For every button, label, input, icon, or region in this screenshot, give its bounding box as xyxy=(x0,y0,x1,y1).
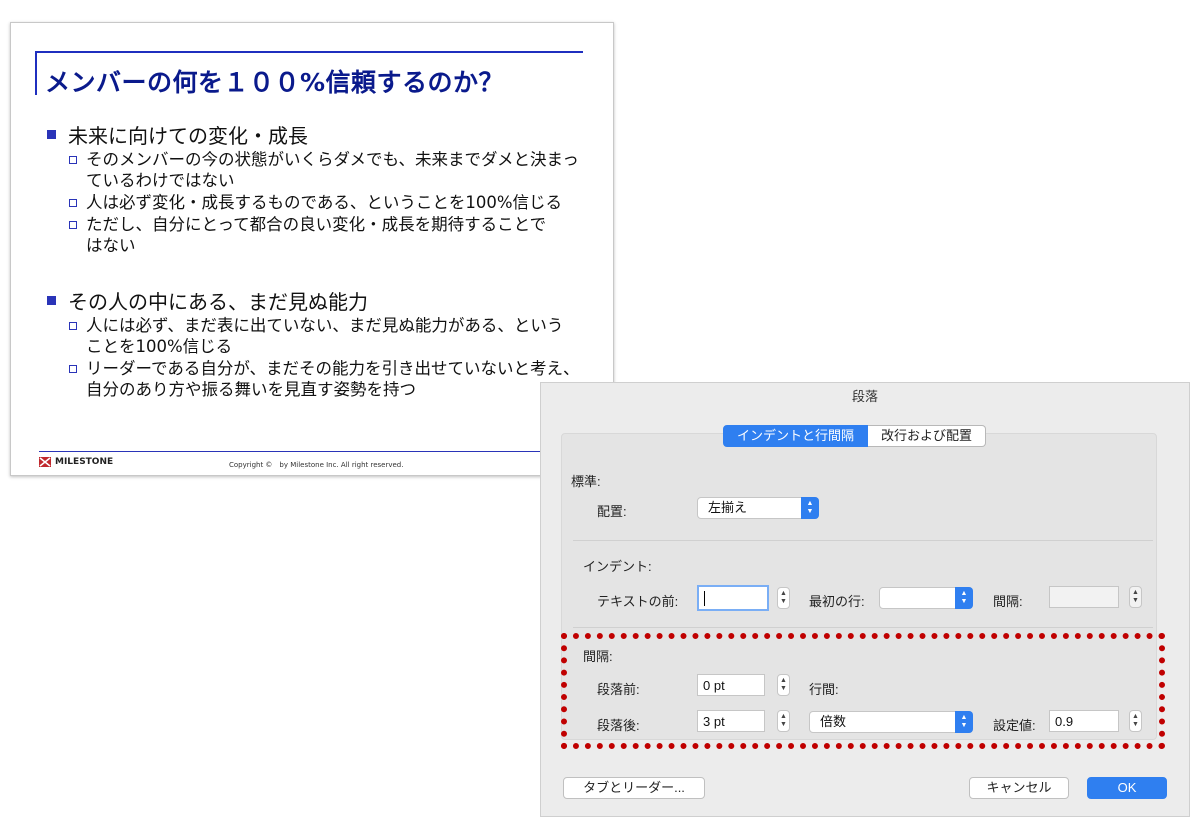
first-line-select[interactable]: ▲ ▼ xyxy=(879,587,973,609)
main-bullet: その人の中にある、まだ見ぬ能力 xyxy=(47,287,580,314)
hollow-square-bullet-icon xyxy=(69,199,77,207)
section-heading: 未来に向けての変化・成長 xyxy=(68,123,308,148)
hollow-square-bullet-icon xyxy=(69,322,77,330)
cancel-button[interactable]: キャンセル xyxy=(969,777,1069,799)
square-bullet-icon xyxy=(47,295,56,305)
hollow-square-bullet-icon xyxy=(69,221,77,229)
text-caret xyxy=(704,591,705,607)
alignment-label: 配置: xyxy=(597,504,627,519)
slide: メンバーの何を１００%信頼するのか？ 未来に向けての変化・成長 そのメンバーの今… xyxy=(10,22,614,476)
before-text-label: テキストの前: xyxy=(597,594,679,609)
before-text-input[interactable] xyxy=(697,585,769,611)
tabs-leaders-button[interactable]: タブとリーダー... xyxy=(563,777,705,799)
indent-by-label: 間隔: xyxy=(993,594,1023,609)
tab-line-page-breaks[interactable]: 改行および配置 xyxy=(868,425,987,447)
dialog-title: 段落 xyxy=(851,389,878,404)
list-item: 人には必ず、まだ表に出ていない、まだ見ぬ能力がある、という ことを100%信じる xyxy=(69,315,580,357)
indent-by-input[interactable] xyxy=(1049,586,1119,608)
highlight-dotted-box xyxy=(561,633,1165,749)
tab-indents-spacing[interactable]: インデントと行間隔 xyxy=(723,425,869,447)
hollow-square-bullet-icon xyxy=(69,365,77,373)
list-item: リーダーである自分が、まだその能力を引き出せていないと考え、 自分のあり方や振る… xyxy=(69,358,580,400)
copyright-text: Copyright © by Milestone Inc. All right … xyxy=(229,461,404,469)
general-heading: 標準: xyxy=(571,474,601,489)
indent-by-stepper[interactable]: ▲ ▼ xyxy=(1129,586,1142,608)
slide-section-1: 未来に向けての変化・成長 そのメンバーの今の状態がいくらダメでも、未来までダメと… xyxy=(47,121,579,257)
section-divider xyxy=(573,627,1153,628)
main-bullet: 未来に向けての変化・成長 xyxy=(47,121,579,148)
milestone-logo-icon xyxy=(39,457,51,467)
paragraph-dialog: 段落 インデントと行間隔 改行および配置 標準: 配置: 左揃え ▲ ▼ インデン… xyxy=(540,382,1190,817)
section-divider xyxy=(573,540,1153,541)
list-item: ただし、自分にとって都合の良い変化・成長を期待することで はない xyxy=(69,214,579,256)
footer-divider xyxy=(39,451,593,452)
up-down-chevron-icon: ▲ ▼ xyxy=(955,587,973,609)
tab-bar: インデントと行間隔 改行および配置 xyxy=(723,425,987,447)
up-down-chevron-icon: ▲ ▼ xyxy=(801,497,819,519)
list-item: 人は必ず変化・成長するものである、ということを100%信じる xyxy=(69,192,579,213)
slide-title: メンバーの何を１００%信頼するのか？ xyxy=(45,68,505,97)
list-item: そのメンバーの今の状態がいくらダメでも、未来までダメと決まっ ているわけではない xyxy=(69,149,579,191)
ok-button[interactable]: OK xyxy=(1087,777,1167,799)
square-bullet-icon xyxy=(47,129,56,139)
section-heading: その人の中にある、まだ見ぬ能力 xyxy=(68,289,368,314)
slide-section-2: その人の中にある、まだ見ぬ能力 人には必ず、まだ表に出ていない、まだ見ぬ能力があ… xyxy=(47,287,580,401)
milestone-logo: MILESTONE xyxy=(39,457,113,467)
indent-heading: インデント: xyxy=(583,559,652,574)
first-line-label: 最初の行: xyxy=(809,594,865,609)
alignment-select[interactable]: 左揃え ▲ ▼ xyxy=(697,497,819,519)
before-text-stepper[interactable]: ▲ ▼ xyxy=(777,587,790,609)
hollow-square-bullet-icon xyxy=(69,156,77,164)
